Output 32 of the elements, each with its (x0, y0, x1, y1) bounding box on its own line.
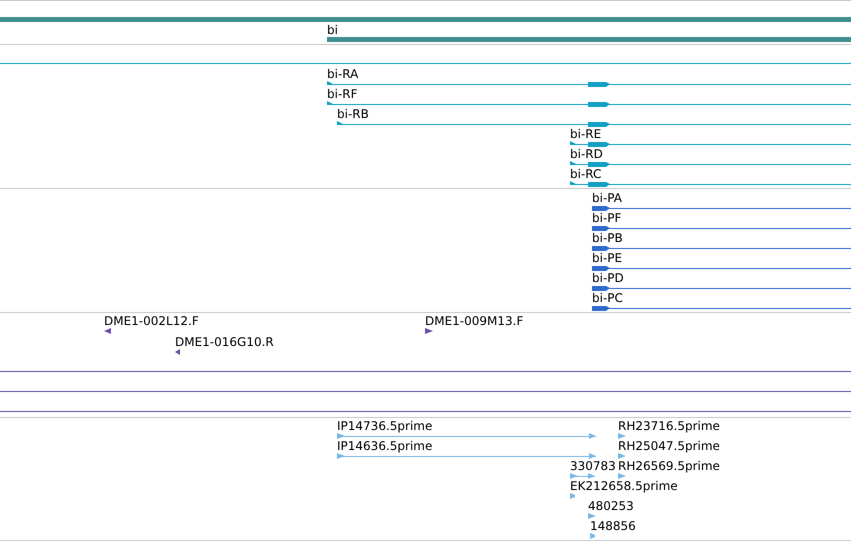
feature-label: 148856 (590, 519, 636, 533)
feature-label: bi-PC (592, 291, 623, 305)
feature-label: bi-PB (592, 231, 623, 245)
feature-label: DME1-009M13.F (425, 314, 524, 328)
est-glyph (618, 453, 628, 460)
feature-label: EK212658.5prime (570, 479, 678, 493)
est-glyph (588, 513, 596, 520)
feature-label: RH25047.5prime (618, 439, 720, 453)
est-glyph (590, 533, 595, 540)
feature-label: DME1-002L12.F (104, 314, 199, 328)
feature-label: bi-RD (570, 147, 603, 161)
feature-label: RH23716.5prime (618, 419, 720, 433)
feature-label: RH26569.5prime (618, 459, 720, 473)
feature-label: bi-PF (592, 211, 622, 225)
est-glyph (618, 433, 628, 440)
feature-label: bi-RE (570, 127, 602, 141)
feature-label: DME1-016G10.R (175, 335, 274, 349)
feature-label: IP14736.5prime (337, 419, 432, 433)
feature-label: bi (327, 23, 338, 37)
feature-label: bi-RB (337, 107, 369, 121)
feature-label: bi-PA (592, 191, 622, 205)
feature-label: bi-PE (592, 251, 622, 265)
feature-label: IP14636.5prime (337, 439, 432, 453)
feature-label: bi-RA (327, 67, 358, 81)
feature-label: 330783 (570, 459, 616, 473)
est-glyph (570, 473, 595, 480)
est-glyph (570, 493, 575, 500)
est-glyph (618, 473, 628, 480)
feature-label: bi-PD (592, 271, 624, 285)
feature-label: bi-RC (570, 167, 602, 181)
feature-label: 480253 (588, 499, 634, 513)
feature-label: bi-RF (327, 87, 358, 101)
